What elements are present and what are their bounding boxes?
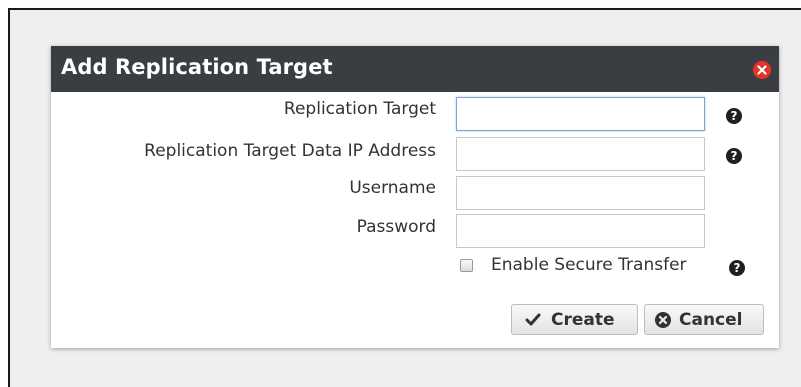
secure-transfer-label: Enable Secure Transfer (491, 255, 687, 275)
cancel-circle-icon (655, 312, 671, 328)
secure-transfer-help-icon[interactable]: ? (729, 260, 745, 276)
create-button[interactable]: Create (511, 304, 638, 335)
dialog-titlebar: Add Replication Target (51, 46, 779, 92)
password-input[interactable] (456, 214, 705, 248)
username-input[interactable] (456, 176, 705, 210)
cancel-button-label: Cancel (679, 310, 743, 330)
create-button-label: Create (551, 310, 615, 330)
cancel-button[interactable]: Cancel (644, 304, 764, 335)
data-ip-address-help-icon[interactable]: ? (726, 148, 742, 164)
data-ip-address-label: Replication Target Data IP Address (144, 141, 436, 161)
secure-transfer-checkbox[interactable] (460, 259, 473, 272)
username-label: Username (349, 178, 436, 198)
dialog-title: Add Replication Target (61, 55, 333, 79)
password-label: Password (356, 217, 436, 237)
replication-target-help-icon[interactable]: ? (726, 108, 742, 124)
add-replication-target-dialog: Add Replication Target Replication Targe… (51, 46, 779, 348)
close-icon[interactable] (753, 61, 771, 79)
data-ip-address-input[interactable] (456, 137, 705, 171)
replication-target-input[interactable] (456, 97, 705, 131)
replication-target-label: Replication Target (283, 99, 436, 119)
checkmark-icon (525, 313, 541, 326)
